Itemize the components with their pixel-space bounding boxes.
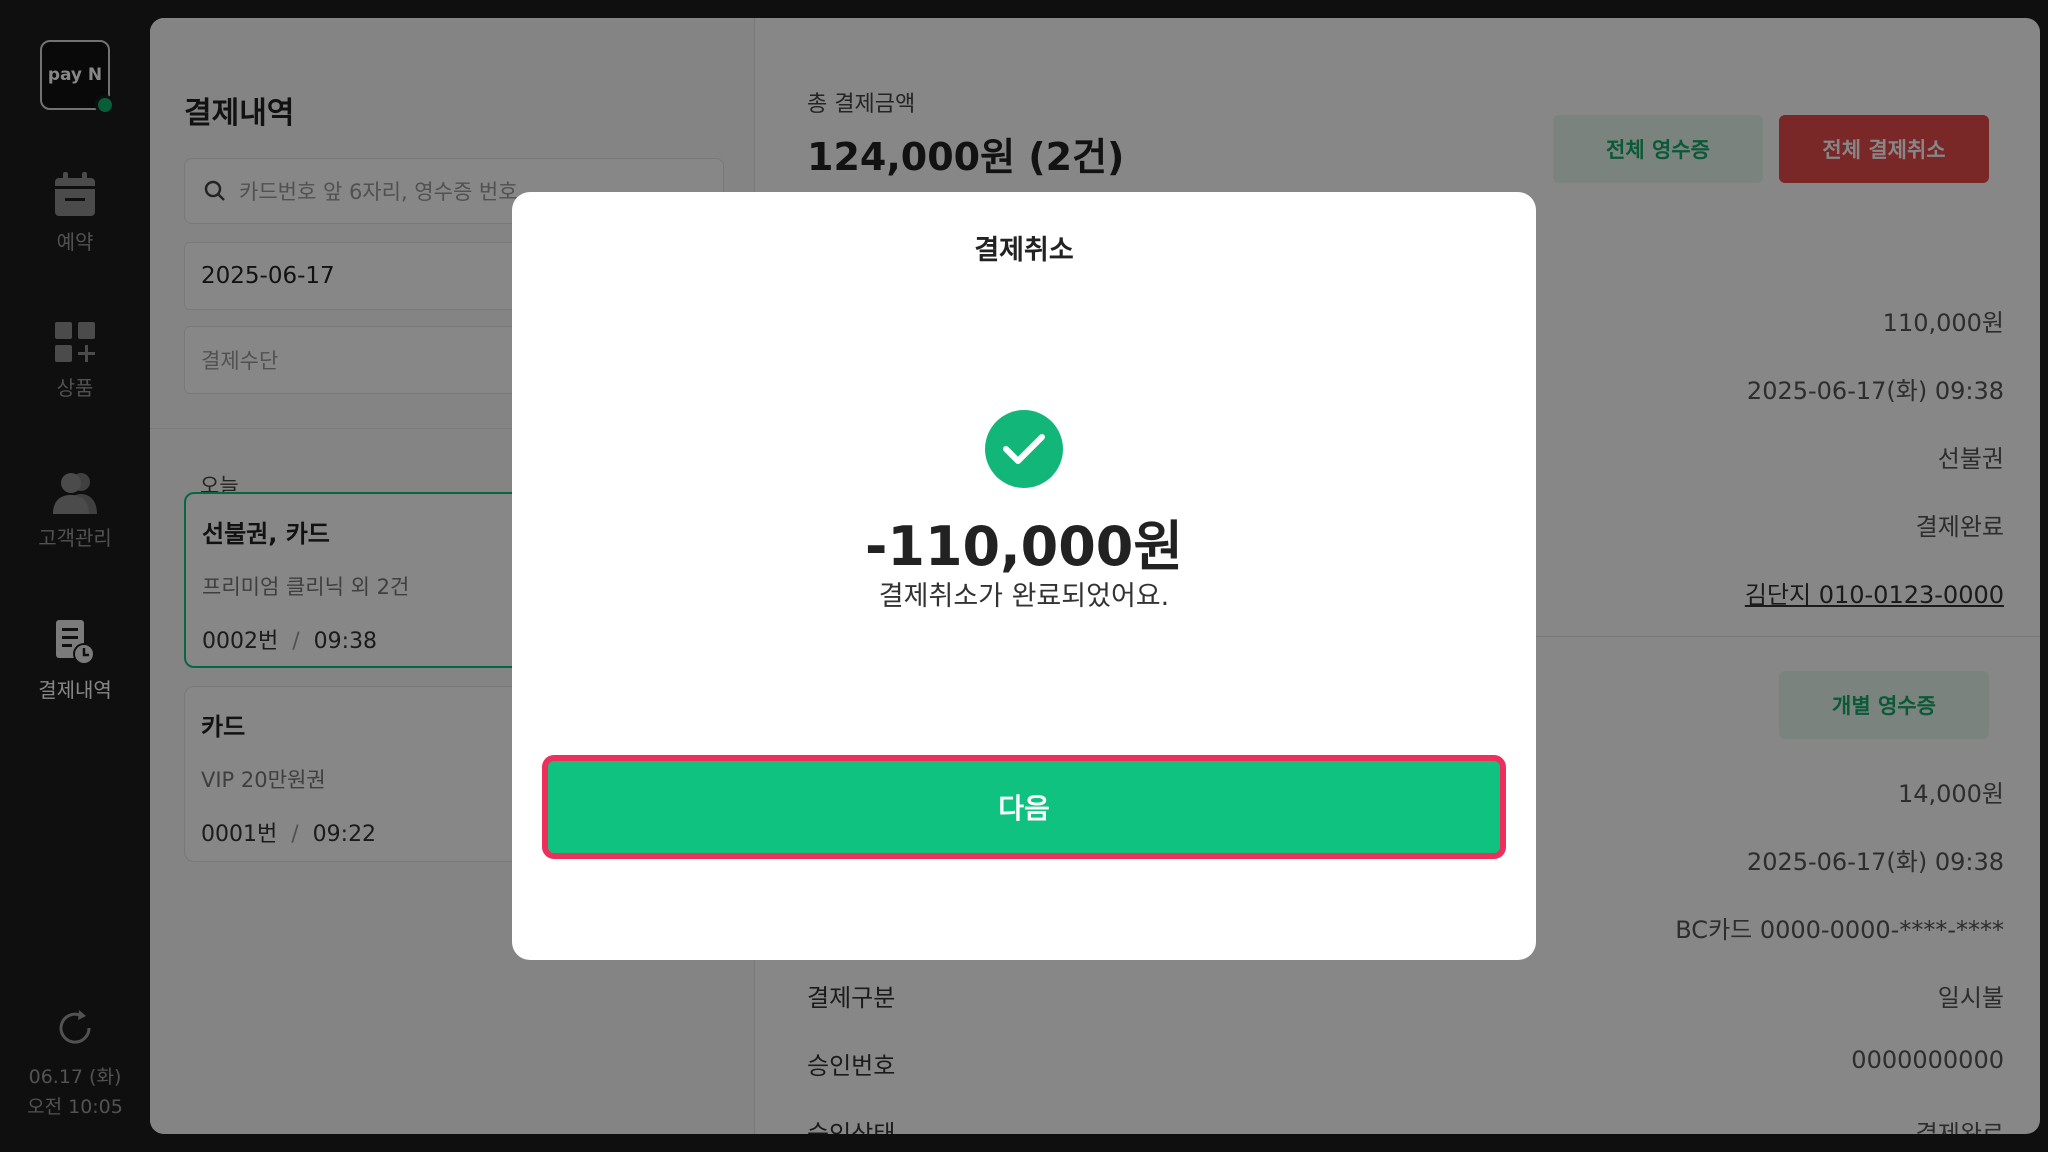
success-check-icon <box>985 410 1063 488</box>
check-icon <box>1003 434 1045 464</box>
dialog-message: 결제취소가 완료되었어요. <box>878 581 1170 612</box>
dialog-title: 결제취소 <box>974 235 1074 266</box>
next-button-label: 다음 <box>552 765 1496 849</box>
cancelled-amount: -110,000원 <box>864 515 1184 578</box>
cancel-complete-dialog: 결제취소 -110,000원 결제취소가 완료되었어요. 다음 <box>512 192 1536 960</box>
next-button[interactable]: 다음 <box>542 755 1506 859</box>
